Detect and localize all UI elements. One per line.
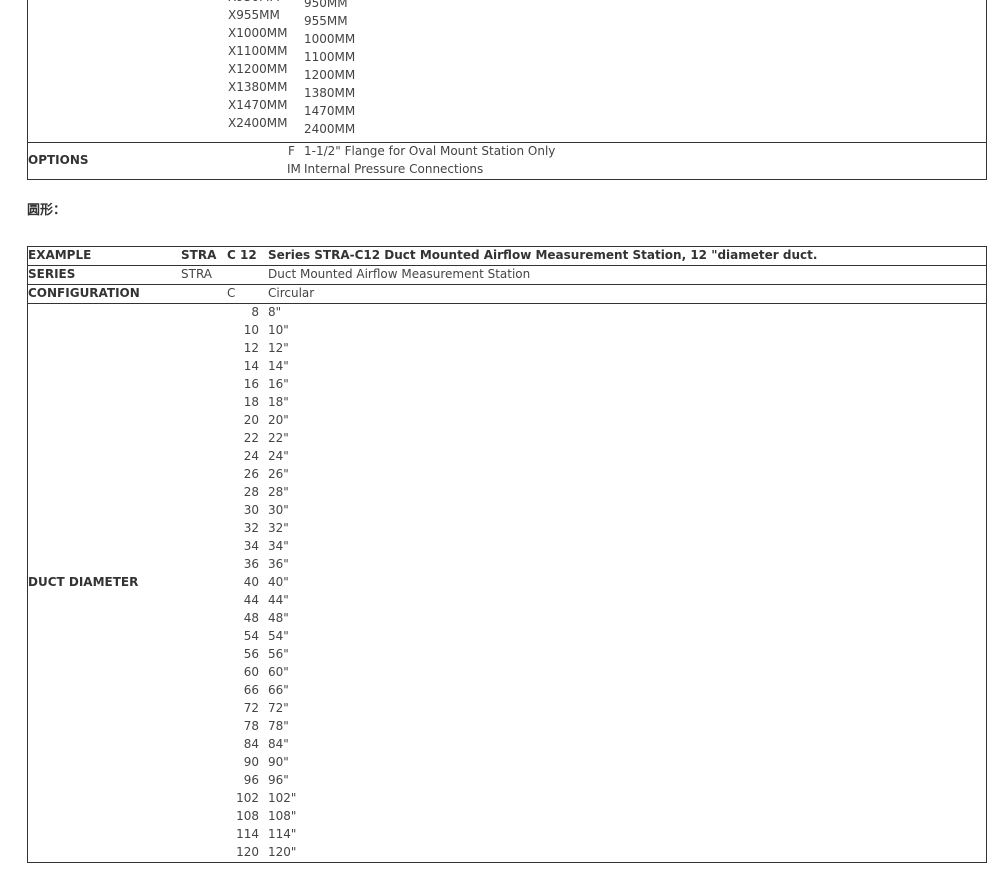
diameter-desc: 36" <box>268 557 289 571</box>
size-value: 1470MM <box>304 104 356 118</box>
diameter-desc: 22" <box>268 431 289 445</box>
diameter-desc: 72" <box>268 701 289 715</box>
duct-diameter-label: DUCT DIAMETER <box>28 575 139 589</box>
diameter-code: 28 <box>243 485 259 499</box>
diameter-desc: 54" <box>268 629 289 643</box>
diameter-desc: 120" <box>268 845 297 859</box>
diameter-code: 114 <box>236 827 259 841</box>
diameter-code: 54 <box>243 629 259 643</box>
series-label: SERIES <box>28 267 76 281</box>
diameter-desc: 66" <box>268 683 289 697</box>
size-code: X955MM <box>228 8 280 22</box>
diameter-code: 20 <box>243 413 259 427</box>
diameter-desc: 34" <box>268 539 289 553</box>
diameter-code: 44 <box>243 593 259 607</box>
diameter-code: 56 <box>243 647 259 661</box>
diameter-desc: 40" <box>268 575 289 589</box>
options-label: OPTIONS <box>28 153 89 167</box>
diameter-desc: 90" <box>268 755 289 769</box>
diameter-desc: 10" <box>268 323 289 337</box>
diameter-code: 22 <box>243 431 259 445</box>
diameter-code: 48 <box>243 611 259 625</box>
configuration-label: CONFIGURATION <box>28 286 140 300</box>
diameter-desc: 56" <box>268 647 289 661</box>
size-value: 1100MM <box>304 50 356 64</box>
size-code: X1000MM <box>228 26 288 40</box>
size-value: 2400MM <box>304 122 356 136</box>
size-value: 950MM <box>304 0 348 10</box>
diameter-code: 102 <box>236 791 259 805</box>
diameter-code: 18 <box>243 395 259 409</box>
diameter-desc: 18" <box>268 395 289 409</box>
option-desc: Internal Pressure Connections <box>304 162 484 176</box>
diameter-code: 34 <box>243 539 259 553</box>
diameter-code: 8 <box>251 305 259 319</box>
diameter-desc: 26" <box>268 467 289 481</box>
diameter-desc: 78" <box>268 719 289 733</box>
diameter-desc: 12" <box>268 341 289 355</box>
diameter-code: 108 <box>236 809 259 823</box>
diameter-desc: 96" <box>268 773 289 787</box>
series-code: STRA <box>181 267 213 281</box>
size-value: 1000MM <box>304 32 356 46</box>
size-value: 955MM <box>304 14 348 28</box>
example-series: STRA <box>181 248 217 262</box>
series-desc: Duct Mounted Airflow Measurement Station <box>268 267 531 281</box>
row-divider <box>27 303 987 304</box>
diameter-desc: 14" <box>268 359 289 373</box>
diameter-code: 72 <box>243 701 259 715</box>
diameter-code: 30 <box>243 503 259 517</box>
size-code: X2400MM <box>228 116 288 130</box>
diameter-desc: 44" <box>268 593 289 607</box>
diameter-desc: 60" <box>268 665 289 679</box>
size-value: 1200MM <box>304 68 356 82</box>
configuration-desc: Circular <box>268 286 315 300</box>
diameter-code: 90 <box>243 755 259 769</box>
diameter-desc: 102" <box>268 791 297 805</box>
diameter-code: 32 <box>243 521 259 535</box>
diameter-code: 24 <box>243 449 259 463</box>
diameter-code: 12 <box>243 341 259 355</box>
row-divider <box>27 284 987 285</box>
diameter-desc: 48" <box>268 611 289 625</box>
diameter-code: 26 <box>243 467 259 481</box>
diameter-code: 84 <box>243 737 259 751</box>
diameter-code: 16 <box>243 377 259 391</box>
diameter-desc: 30" <box>268 503 289 517</box>
diameter-code: 40 <box>243 575 259 589</box>
diameter-desc: 84" <box>268 737 289 751</box>
diameter-code: 96 <box>243 773 259 787</box>
diameter-desc: 28" <box>268 485 289 499</box>
diameter-code: 14 <box>243 359 259 373</box>
diameter-desc: 108" <box>268 809 297 823</box>
example-code: C 12 <box>227 248 257 262</box>
size-code: X1470MM <box>228 98 288 112</box>
option-code: F <box>288 144 295 158</box>
diameter-desc: 20" <box>268 413 289 427</box>
section-heading: 圆形： <box>27 203 67 218</box>
diameter-desc: 16" <box>268 377 289 391</box>
size-code: X1100MM <box>228 44 288 58</box>
option-code: IM <box>287 162 301 176</box>
diameter-desc: 32" <box>268 521 289 535</box>
option-desc: 1-1/2" Flange for Oval Mount Station Onl… <box>304 144 556 158</box>
diameter-code: 66 <box>243 683 259 697</box>
circular-table <box>27 246 987 863</box>
diameter-desc: 24" <box>268 449 289 463</box>
example-label: EXAMPLE <box>28 248 92 262</box>
diameter-code: 36 <box>243 557 259 571</box>
configuration-code: C <box>227 286 236 300</box>
diameter-code: 60 <box>243 665 259 679</box>
diameter-code: 120 <box>236 845 259 859</box>
diameter-desc: 114" <box>268 827 297 841</box>
diameter-code: 78 <box>243 719 259 733</box>
diameter-desc: 8" <box>268 305 282 319</box>
size-code: X1200MM <box>228 62 288 76</box>
size-code: X1380MM <box>228 80 288 94</box>
size-value: 1380MM <box>304 86 356 100</box>
example-desc: Series STRA-C12 Duct Mounted Airflow Mea… <box>268 248 818 262</box>
diameter-code: 10 <box>243 323 259 337</box>
